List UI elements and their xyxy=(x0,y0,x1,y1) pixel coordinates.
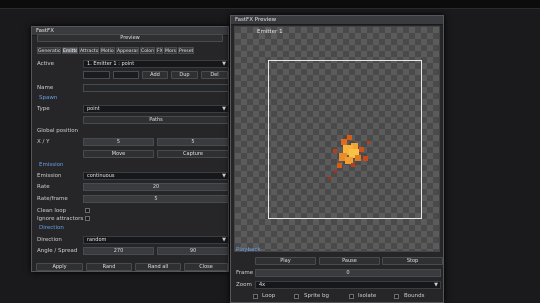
tab-motion[interactable]: Motion xyxy=(100,47,115,54)
tab-appearance[interactable]: Appearance xyxy=(116,47,139,54)
direction-value: random xyxy=(87,237,107,243)
preview-button[interactable]: Preview xyxy=(37,34,223,42)
zoom-value: 4x xyxy=(259,282,266,288)
pause-button[interactable]: Pause xyxy=(319,257,380,265)
bounds-label: Bounds xyxy=(404,293,425,299)
top-bar xyxy=(0,0,540,9)
preview-title-bar[interactable]: FastFX Preview xyxy=(231,16,443,25)
clean-loop-checkbox[interactable] xyxy=(85,208,90,213)
particle xyxy=(363,156,368,161)
type-dropdown[interactable]: point ▼ xyxy=(83,105,229,113)
direction-section-title: Direction xyxy=(39,225,64,231)
fastfx-editor-window: FastFX Preview Active 1. Emitter 1 : poi… xyxy=(31,26,229,272)
sprite-bg-label: Sprite bg xyxy=(304,293,330,299)
x-position-field[interactable]: 5 xyxy=(83,138,154,146)
particle xyxy=(333,149,337,153)
active-emitter-value: 1. Emitter 1 : point xyxy=(87,61,135,67)
emission-section-title: Emission xyxy=(39,162,64,168)
spawn-section-title: Spawn xyxy=(39,95,58,101)
frame-slider[interactable]: 0 xyxy=(255,269,441,277)
chevron-down-icon: ▼ xyxy=(434,282,438,288)
fastfx-preview-window: FastFX Preview Emitter 1 Playback Play P… xyxy=(230,15,444,303)
type-label: Type xyxy=(37,106,50,112)
type-value: point xyxy=(87,106,100,112)
rate-slider[interactable]: 20 xyxy=(83,183,229,191)
particle xyxy=(337,163,342,168)
tab-fx[interactable]: FX xyxy=(156,47,163,54)
particle-cluster xyxy=(328,135,370,180)
emitter-slot-1[interactable] xyxy=(83,71,110,79)
clean-loop-label: Clean loop xyxy=(37,208,67,214)
rate-frame-label: Rate/frame xyxy=(37,196,68,202)
close-button[interactable]: Close xyxy=(184,263,228,271)
play-button[interactable]: Play xyxy=(255,257,316,265)
bounds-checkbox[interactable] xyxy=(394,294,399,299)
chevron-down-icon: ▼ xyxy=(222,106,226,112)
particle xyxy=(351,163,355,167)
particle xyxy=(334,170,337,173)
emission-dropdown[interactable]: continuous ▼ xyxy=(83,172,229,180)
chevron-down-icon: ▼ xyxy=(222,173,226,179)
particle xyxy=(347,135,352,140)
tab-attractors[interactable]: Attractors xyxy=(79,47,99,54)
chevron-down-icon: ▼ xyxy=(222,237,226,243)
move-button[interactable]: Move xyxy=(83,150,154,158)
direction-label: Direction xyxy=(37,237,62,243)
angle-spread-label: Angle / Spread xyxy=(37,248,78,254)
ignore-attractors-label: Ignore attractors xyxy=(37,216,84,222)
name-input[interactable] xyxy=(83,84,229,92)
paths-button[interactable]: Paths xyxy=(83,116,229,124)
particle xyxy=(328,177,331,180)
sprite-bg-checkbox[interactable] xyxy=(294,294,299,299)
apply-button[interactable]: Apply xyxy=(36,263,83,271)
particle xyxy=(355,155,361,161)
tab-morse[interactable]: Morse xyxy=(164,47,177,54)
y-position-field[interactable]: 5 xyxy=(157,138,229,146)
particle xyxy=(367,141,370,144)
tab-generation[interactable]: Generation xyxy=(37,47,61,54)
tab-presets[interactable]: Presets xyxy=(178,47,194,54)
tab-emitter[interactable]: Emitter xyxy=(62,47,78,54)
particle xyxy=(341,139,347,145)
add-button[interactable]: Add xyxy=(142,71,168,79)
active-emitter-dropdown[interactable]: 1. Emitter 1 : point ▼ xyxy=(83,60,229,68)
loop-checkbox[interactable] xyxy=(253,294,258,299)
zoom-dropdown[interactable]: 4x ▼ xyxy=(255,281,441,289)
capture-button[interactable]: Capture xyxy=(157,150,229,158)
isolate-label: Isolate xyxy=(358,293,377,299)
playback-section-title: Playback xyxy=(236,247,261,253)
preview-canvas[interactable]: Emitter 1 xyxy=(234,26,440,252)
emission-label: Emission xyxy=(37,173,62,179)
emitter-name-label: Emitter 1 xyxy=(257,29,283,35)
name-label: Name xyxy=(37,85,54,91)
angle-field[interactable]: 270 xyxy=(83,247,154,255)
rate-frame-slider[interactable]: 5 xyxy=(83,195,229,203)
particle xyxy=(345,157,353,164)
xy-label: X / Y xyxy=(37,139,50,145)
isolate-checkbox[interactable] xyxy=(349,294,354,299)
emission-value: continuous xyxy=(87,173,115,179)
loop-label: Loop xyxy=(262,293,276,299)
rate-label: Rate xyxy=(37,184,50,190)
zoom-label: Zoom xyxy=(236,282,252,288)
stop-button[interactable]: Stop xyxy=(382,257,443,265)
frame-label: Frame xyxy=(236,270,254,276)
tab-colors[interactable]: Colors xyxy=(140,47,155,54)
dup-button[interactable]: Dup xyxy=(171,71,198,79)
del-button[interactable]: Del xyxy=(201,71,228,79)
rand-all-button[interactable]: Rand all xyxy=(135,263,181,271)
active-label: Active xyxy=(37,61,55,67)
particle xyxy=(359,147,364,152)
rand-button[interactable]: Rand xyxy=(86,263,132,271)
ignore-attractors-checkbox[interactable] xyxy=(85,216,90,221)
emitter-slot-2[interactable] xyxy=(113,71,139,79)
chevron-down-icon: ▼ xyxy=(222,61,226,67)
global-position-label: Global position xyxy=(37,128,79,134)
direction-dropdown[interactable]: random ▼ xyxy=(83,236,229,244)
spread-field[interactable]: 90 xyxy=(157,247,229,255)
